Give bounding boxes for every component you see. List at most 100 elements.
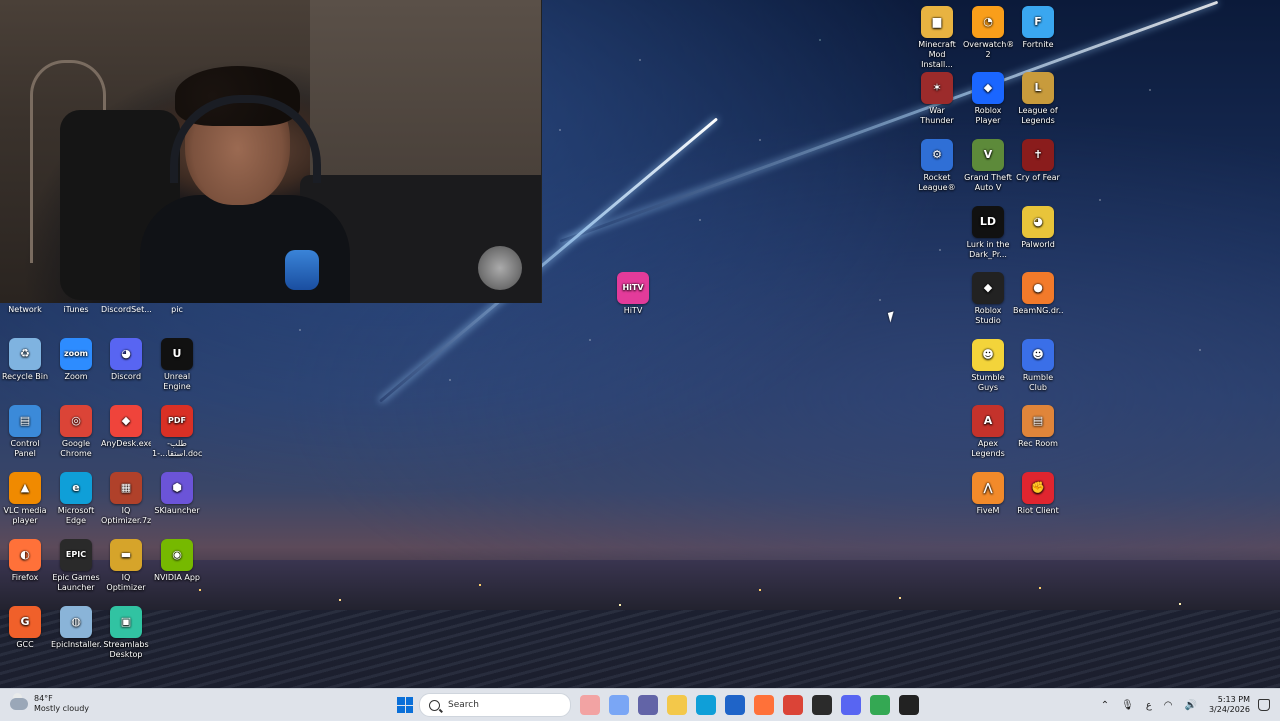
desktop-icon-roblox-studio[interactable]: ◆ Roblox Studio: [963, 272, 1013, 326]
taskbar-chrome-icon[interactable]: [782, 695, 803, 715]
desktop-icon-gcc[interactable]: G GCC: [0, 606, 50, 650]
fivem-icon: ⋀: [972, 472, 1004, 504]
taskbar-file-explorer-icon[interactable]: [666, 695, 687, 715]
desktop-icon-label: Streamlabs Desktop: [103, 640, 149, 659]
desktop-icon-label: Riot Client: [1017, 506, 1059, 515]
desktop-icon-discord[interactable]: ◕ Discord: [101, 338, 151, 382]
iq-optimizer-icon: ▬: [110, 539, 142, 571]
taskbar-roblox-icon[interactable]: [898, 695, 919, 715]
desktop-label-itunes[interactable]: iTunes: [51, 305, 101, 314]
fortnite-icon: F: [1022, 6, 1054, 38]
start-button[interactable]: [397, 697, 413, 713]
desktop-icon-nvidia-app[interactable]: ◉ NVIDIA App: [152, 539, 202, 583]
desktop-icon-lurk-in-the-dark-pr[interactable]: LD Lurk in the Dark_Pr...: [963, 206, 1013, 260]
desktop-icon-overwatch-2[interactable]: ◔ Overwatch® 2: [963, 6, 1013, 60]
weather-widget[interactable]: 84°F Mostly cloudy: [10, 693, 89, 714]
language-indicator[interactable]: ع: [1146, 700, 1152, 711]
desktop-icon-label: Recycle Bin: [1, 372, 49, 381]
desktop-icon-league-of-legends[interactable]: L League of Legends: [1013, 72, 1063, 126]
apex-legends-icon: A: [972, 405, 1004, 437]
taskbar-teams-icon[interactable]: [637, 695, 658, 715]
desktop-icon-cry-of-fear[interactable]: ✝ Cry of Fear: [1013, 139, 1063, 183]
desktop-icon-zoom[interactable]: zoom Zoom: [51, 338, 101, 382]
desktop-icon-vlc-media-player[interactable]: ▲ VLC media player: [0, 472, 50, 526]
desktop-icon-roblox-player[interactable]: ◆ Roblox Player: [963, 72, 1013, 126]
search-placeholder: Search: [448, 700, 479, 710]
desktop-icon-beamng-dr[interactable]: ● BeamNG.dr...: [1013, 272, 1063, 316]
taskbar-widget-app-icon[interactable]: [579, 695, 600, 715]
1-docx-pdf-icon: PDF: [161, 405, 193, 437]
desktop-icon-fortnite[interactable]: F Fortnite: [1013, 6, 1063, 50]
chevron-up-icon[interactable]: ⌃: [1101, 700, 1109, 711]
desktop-icon-google-chrome[interactable]: ◎ Google Chrome: [51, 405, 101, 459]
taskbar-discord-icon[interactable]: [840, 695, 861, 715]
microphone-icon[interactable]: 🎙: [1121, 700, 1134, 711]
taskbar-chrome-profile-icon[interactable]: [869, 695, 890, 715]
desktop-icon-label: Grand Theft Auto V: [964, 173, 1012, 192]
desktop-icon-label: Apex Legends: [971, 439, 1005, 458]
desktop-icon-control-panel[interactable]: ▤ Control Panel: [0, 405, 50, 459]
desktop-icon-apex-legends[interactable]: A Apex Legends: [963, 405, 1013, 459]
desktop-icon-anydesk-exe[interactable]: ◆ AnyDesk.exe: [101, 405, 151, 449]
league-of-legends-icon: L: [1022, 72, 1054, 104]
desktop-icon-label: Unreal Engine: [163, 372, 191, 391]
desktop-icon-rumble-club[interactable]: ☻ Rumble Club: [1013, 339, 1063, 393]
desktop-label-discordsetup[interactable]: DiscordSet...: [101, 305, 152, 314]
unreal-engine-icon: U: [161, 338, 193, 370]
desktop-icon-streamlabs-desktop[interactable]: ▣ Streamlabs Desktop: [101, 606, 151, 660]
desktop-icon-epicinstaller[interactable]: ◍ EpicInstaller...: [51, 606, 101, 650]
taskbar-edge-icon[interactable]: [695, 695, 716, 715]
desktop-label-network[interactable]: Network: [0, 305, 50, 314]
desktop-icon-label: FiveM: [976, 506, 1000, 515]
desktop-icon-minecraft-mod-install[interactable]: ▆ Minecraft Mod Install...: [912, 6, 962, 70]
taskbar-firefox-icon[interactable]: [753, 695, 774, 715]
taskbar-store-icon[interactable]: [724, 695, 745, 715]
desktop-icon-iq-optimizer[interactable]: ▬ IQ Optimizer: [101, 539, 151, 593]
taskbar-obs-icon[interactable]: [811, 695, 832, 715]
desktop-icon-label: Rec Room: [1018, 439, 1058, 448]
desktop-icon-label: Rumble Club: [1022, 373, 1054, 392]
desktop-icon-stumble-guys[interactable]: ☻ Stumble Guys: [963, 339, 1013, 393]
desktop-icon-unreal-engine[interactable]: U Unreal Engine: [152, 338, 202, 392]
desktop-icon-1-docx-pdf[interactable]: PDF طلب-استقا...-1.docx.pdf: [152, 405, 202, 459]
desktop-icon-epic-games-launcher[interactable]: EPIC Epic Games Launcher: [51, 539, 101, 593]
desktop-icon-label: Epic Games Launcher: [52, 573, 100, 592]
gcc-icon: G: [9, 606, 41, 638]
desktop-icon-label: HiTV: [623, 306, 643, 315]
cry-of-fear-icon: ✝: [1022, 139, 1054, 171]
wifi-icon[interactable]: ◠: [1164, 700, 1173, 711]
beamng-dr-icon: ●: [1022, 272, 1054, 304]
desktop-icon-recycle-bin[interactable]: ♻ Recycle Bin: [0, 338, 50, 382]
webcam-watermark-logo: [478, 246, 522, 290]
desktop-icon-firefox[interactable]: ◐ Firefox: [0, 539, 50, 583]
desktop-label-pic[interactable]: pic: [152, 305, 202, 314]
zoom-icon: zoom: [60, 338, 92, 370]
clock[interactable]: 5:13 PM 3/24/2026: [1209, 695, 1250, 715]
desktop-icon-label: Cry of Fear: [1016, 173, 1060, 182]
desktop-icon-label: Overwatch® 2: [963, 40, 1013, 59]
desktop-icon-hitv[interactable]: HiTV HiTV: [608, 272, 658, 316]
desktop-icon-label: Roblox Player: [974, 106, 1002, 125]
desktop-icon-label: GCC: [16, 640, 34, 649]
desktop-icon-rec-room[interactable]: ▤ Rec Room: [1013, 405, 1063, 449]
desktop-icon-iq-optimizer-7z[interactable]: ▦ IQ Optimizer.7z: [101, 472, 151, 526]
desktop-icon-war-thunder[interactable]: ✶ War Thunder: [912, 72, 962, 126]
desktop-icon-label: Stumble Guys: [971, 373, 1005, 392]
recycle-bin-icon: ♻: [9, 338, 41, 370]
notification-bell-icon[interactable]: [1258, 699, 1270, 711]
desktop-icon-grand-theft-auto-v[interactable]: V Grand Theft Auto V: [963, 139, 1013, 193]
desktop-icon-sklauncher[interactable]: ⬢ SKlauncher: [152, 472, 202, 516]
weather-desc: Mostly cloudy: [34, 704, 89, 713]
desktop-icon-rocket-league[interactable]: ⚙ Rocket League®: [912, 139, 962, 193]
desktop-icon-label: War Thunder: [920, 106, 954, 125]
desktop-icon-palworld[interactable]: ◕ Palworld: [1013, 206, 1063, 250]
taskbar-search[interactable]: Search: [419, 693, 571, 717]
desktop-icon-fivem[interactable]: ⋀ FiveM: [963, 472, 1013, 516]
taskbar-copilot-icon[interactable]: [608, 695, 629, 715]
war-thunder-icon: ✶: [921, 72, 953, 104]
desktop-icon-microsoft-edge[interactable]: e Microsoft Edge: [51, 472, 101, 526]
desktop-icon-riot-client[interactable]: ✊ Riot Client: [1013, 472, 1063, 516]
volume-icon[interactable]: 🔊: [1185, 700, 1197, 711]
desktop-icon-label: Fortnite: [1022, 40, 1054, 49]
desktop-icon-label: Palworld: [1021, 240, 1055, 249]
